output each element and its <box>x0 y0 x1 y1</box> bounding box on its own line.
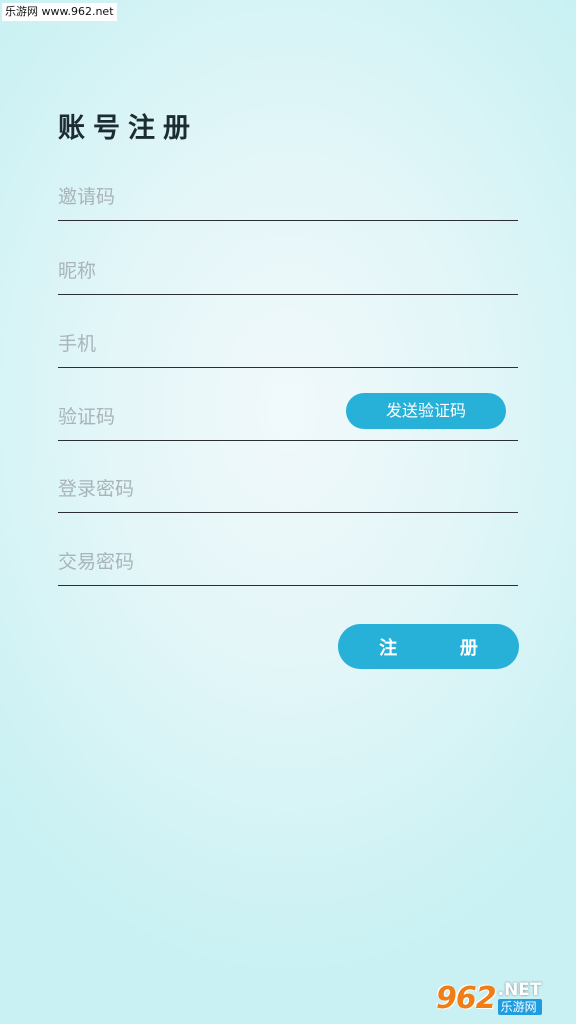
register-button[interactable]: 注 册 <box>338 624 519 669</box>
phone-input[interactable] <box>58 328 518 367</box>
logo-number: 962 <box>436 980 497 1016</box>
logo-cn-text: 乐游网 <box>497 999 542 1015</box>
phone-field-row <box>58 328 518 368</box>
invite-code-field-row <box>58 181 518 221</box>
page-title: 账号注册 <box>58 113 198 144</box>
logo-right-block: .NET 乐游网 <box>497 980 542 1015</box>
trade-password-input[interactable] <box>58 546 518 585</box>
login-password-field-row <box>58 473 518 513</box>
invite-code-input[interactable] <box>58 181 518 220</box>
send-code-button[interactable]: 发送验证码 <box>346 393 506 429</box>
register-label-right: 册 <box>459 637 478 659</box>
watermark-top: 乐游网 www.962.net <box>2 3 117 21</box>
login-password-input[interactable] <box>58 473 518 512</box>
register-label-left: 注 <box>379 637 398 659</box>
nickname-input[interactable] <box>58 255 518 294</box>
register-label-gap <box>397 636 460 657</box>
site-logo: 962 .NET 乐游网 <box>436 976 570 1020</box>
trade-password-field-row <box>58 546 518 586</box>
nickname-field-row <box>58 255 518 295</box>
logo-suffix: .NET <box>497 980 542 1000</box>
